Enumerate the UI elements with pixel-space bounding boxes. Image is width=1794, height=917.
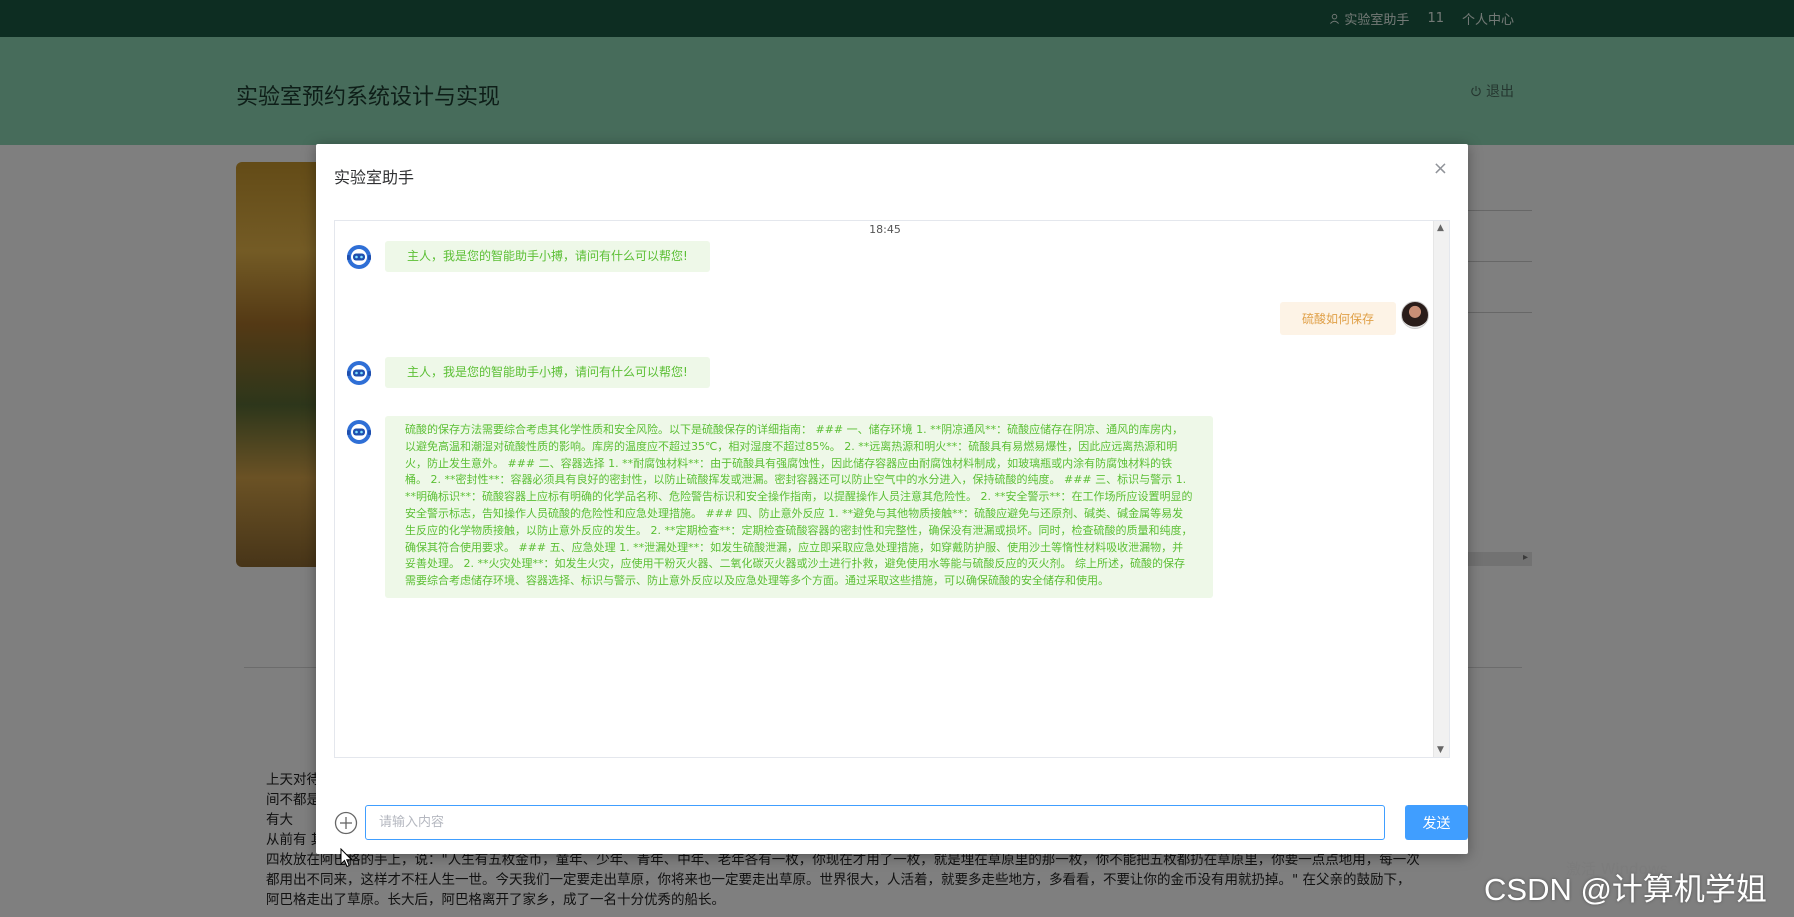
user-avatar <box>1401 301 1429 329</box>
chat-scrollbar[interactable]: ▲ ▼ <box>1433 221 1449 757</box>
bot-message: 主人，我是您的智能助手小搏，请问有什么可以帮您! <box>345 241 710 272</box>
chat-history[interactable]: 18:45 主人，我是您的智能助手小搏，请问有什么可以帮您! 硫酸如何保存 主人… <box>334 220 1450 758</box>
csdn-watermark: CSDN @计算机学姐 <box>1484 872 1767 907</box>
close-icon[interactable]: × <box>1433 158 1448 179</box>
chat-input[interactable] <box>365 805 1385 840</box>
assistant-dialog: 实验室助手 × 18:45 主人，我是您的智能助手小搏，请问有什么可以帮您! 硫… <box>316 144 1468 854</box>
user-bubble: 硫酸如何保存 <box>1279 302 1396 335</box>
bot-bubble: 硫酸的保存方法需要综合考虑其化学性质和安全风险。以下是硫酸保存的详细指南： ##… <box>385 416 1213 598</box>
bot-bubble: 主人，我是您的智能助手小搏，请问有什么可以帮您! <box>385 241 710 272</box>
bot-bubble: 主人，我是您的智能助手小搏，请问有什么可以帮您! <box>385 357 710 388</box>
user-message: 硫酸如何保存 <box>1279 301 1429 335</box>
bot-message: 主人，我是您的智能助手小搏，请问有什么可以帮您! <box>345 357 710 388</box>
dialog-title: 实验室助手 <box>334 168 415 187</box>
scroll-up-icon[interactable]: ▲ <box>1437 223 1444 233</box>
robot-avatar-icon <box>347 245 371 269</box>
scroll-down-icon[interactable]: ▼ <box>1437 745 1444 755</box>
robot-avatar-icon <box>347 361 371 385</box>
message-timestamp: 18:45 <box>869 223 901 236</box>
mouse-cursor-icon <box>340 848 353 868</box>
add-circle-icon[interactable] <box>334 811 358 835</box>
chat-input-row: 发送 <box>334 804 1468 840</box>
send-button[interactable]: 发送 <box>1405 805 1468 840</box>
robot-avatar-icon <box>347 420 371 444</box>
bot-message: 硫酸的保存方法需要综合考虑其化学性质和安全风险。以下是硫酸保存的详细指南： ##… <box>345 416 1213 598</box>
